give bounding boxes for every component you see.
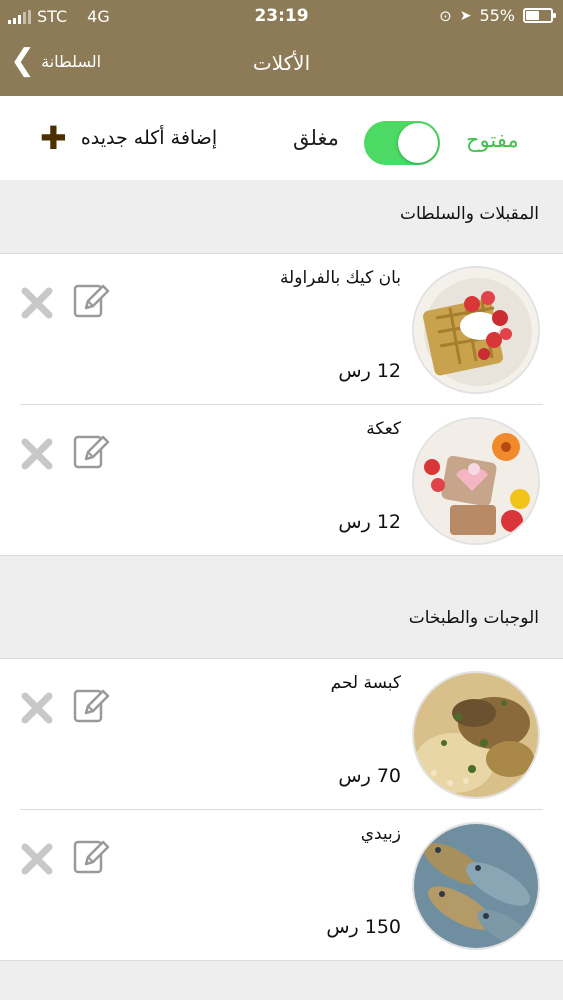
page-title: الأكلات [252,51,311,75]
status-right: ⊙ ➤ 55% [439,6,556,25]
item-price: 12 رس [338,360,401,382]
delete-icon[interactable] [20,691,54,725]
section-header-appetizers: المقبلات والسلطات [0,180,563,254]
item-price: 70 رس [338,765,401,787]
section-title: المقبلات والسلطات [399,204,539,224]
battery-icon [523,8,556,23]
food-image [412,266,540,394]
item-name: كبسة لحم [330,673,401,693]
edit-icon[interactable] [72,433,110,471]
list-item[interactable]: بان كيك بالفراولة 12 رس [0,254,563,404]
list-footer [0,961,563,1000]
item-price: 12 رس [338,511,401,533]
add-item-label: إضافة أكله جديده [80,127,218,149]
rotation-lock-icon: ⊙ [439,6,452,25]
toolbar: ✚ إضافة أكله جديده مغلق مفتوح [0,96,563,180]
open-label: مفتوح [466,128,519,152]
item-price: 150 رس [326,916,401,938]
delete-icon[interactable] [20,286,54,320]
food-image [412,822,540,950]
nav-bar: ❮ السلطانة الأكلات [0,34,563,96]
item-name: زبيدي [360,824,401,844]
edit-icon[interactable] [72,282,110,320]
battery-percent: 55% [479,6,515,25]
item-name: بان كيك بالفراولة [279,268,401,288]
list-item[interactable]: زبيدي 150 رس [0,810,563,960]
add-item-button[interactable]: ✚ إضافة أكله جديده [40,119,218,157]
section-title: الوجبات والطبخات [408,608,539,628]
open-closed-toggle[interactable] [364,121,440,165]
food-image [412,417,540,545]
section-header-meals: الوجبات والطبخات [0,556,563,658]
delete-icon[interactable] [20,842,54,876]
plus-icon: ✚ [40,119,67,157]
item-name: كعكة [366,419,401,439]
edit-icon[interactable] [72,687,110,725]
edit-icon[interactable] [72,838,110,876]
list-item[interactable]: كبسة لحم 70 رس [0,659,563,809]
closed-label: مغلق [293,126,339,150]
food-image [412,671,540,799]
location-icon: ➤ [459,7,472,24]
status-bar: STC 4G 23:19 ⊙ ➤ 55% [0,0,563,34]
toggle-knob [398,123,438,163]
delete-icon[interactable] [20,437,54,471]
list-item[interactable]: كعكة 12 رس [0,405,563,555]
